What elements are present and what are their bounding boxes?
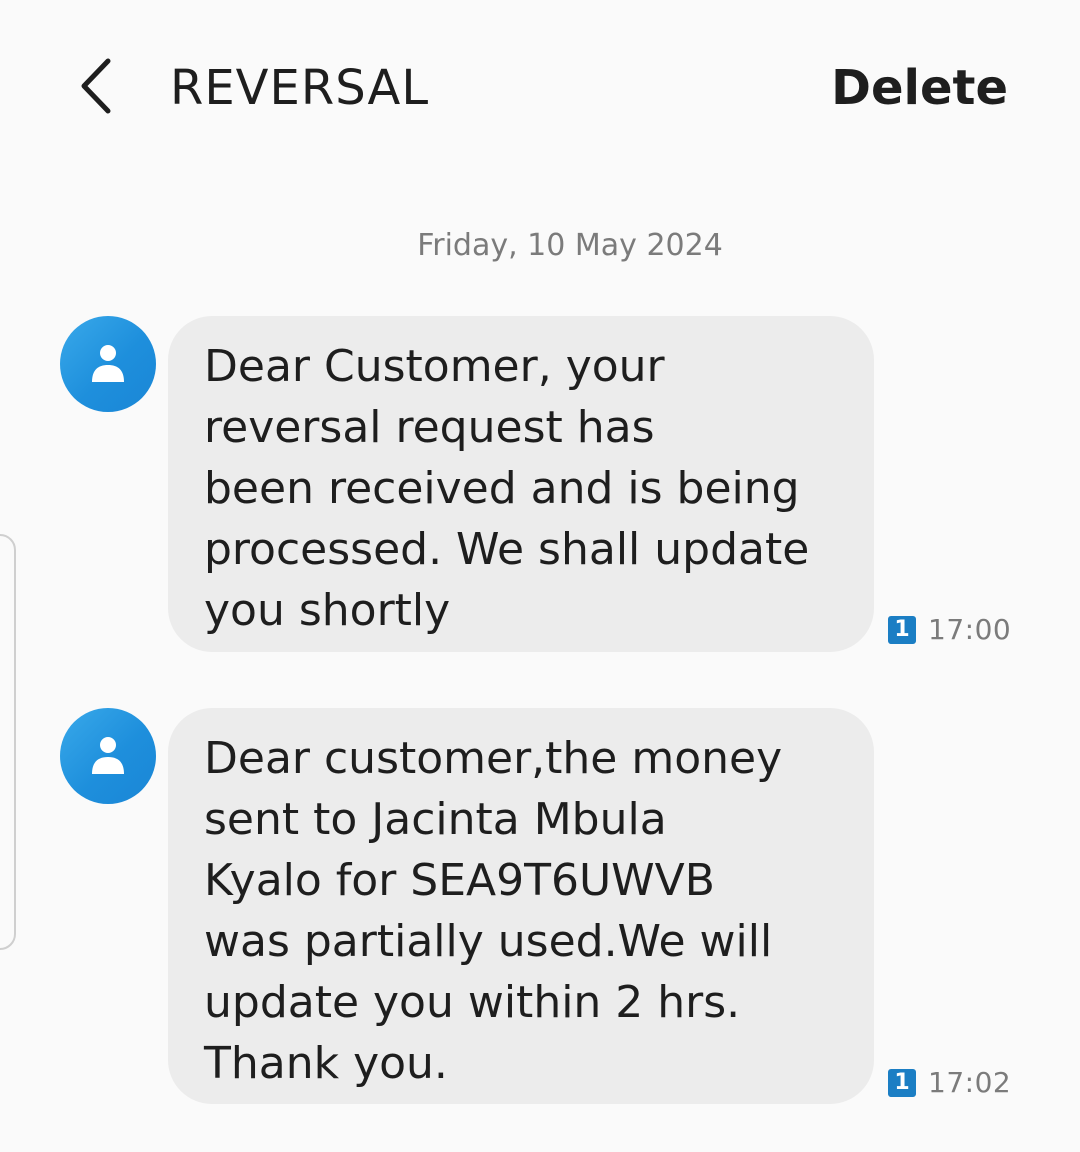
chevron-left-icon [81, 58, 111, 114]
contact-avatar[interactable] [60, 316, 156, 412]
message-bubble[interactable]: Dear Customer, your reversal request has… [168, 316, 874, 652]
person-icon [92, 737, 124, 774]
back-button[interactable] [62, 50, 130, 122]
scrollbar-handle[interactable] [0, 534, 16, 950]
contact-avatar[interactable] [60, 708, 156, 804]
message-meta: 1 17:00 [888, 613, 1011, 647]
person-icon [92, 345, 124, 382]
conversation-title: REVERSAL [170, 60, 430, 116]
app-header: REVERSAL Delete [0, 0, 1080, 180]
date-divider: Friday, 10 May 2024 [417, 228, 723, 263]
message-meta: 1 17:02 [888, 1066, 1011, 1100]
sim-badge: 1 [888, 616, 916, 644]
message-bubble[interactable]: Dear customer,the money sent to Jacinta … [168, 708, 874, 1104]
sim-badge: 1 [888, 1069, 916, 1097]
delete-button[interactable]: Delete [831, 58, 1008, 118]
message-time: 17:00 [928, 613, 1012, 646]
message-time: 17:02 [928, 1066, 1012, 1099]
